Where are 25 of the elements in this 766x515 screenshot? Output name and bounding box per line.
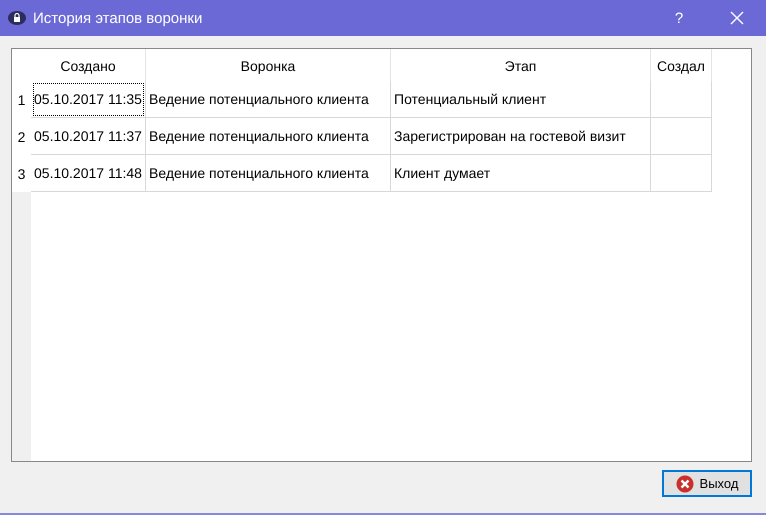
table-cell[interactable]: Клиент думает [391, 155, 651, 192]
exit-button[interactable]: Выход [662, 470, 752, 497]
table-cell[interactable]: 05.10.2017 11:48 [31, 155, 146, 192]
column-header[interactable]: Этап [391, 49, 651, 81]
window-title: История этапов воронки [33, 10, 202, 26]
row-number: 3 [16, 164, 26, 184]
table-cell[interactable]: Ведение потенциального клиента [146, 155, 391, 192]
table-cell[interactable] [651, 118, 712, 155]
table-cell[interactable] [651, 81, 712, 118]
help-button[interactable]: ? [656, 0, 702, 36]
close-icon [730, 11, 744, 25]
column-header[interactable]: Создал [651, 49, 712, 81]
table-cell[interactable]: Зарегистрирован на гостевой визит [391, 118, 651, 155]
column-header[interactable]: Воронка [146, 49, 391, 81]
lock-icon [8, 11, 26, 25]
table-cell[interactable]: 05.10.2017 11:37 [31, 118, 146, 155]
column-header[interactable]: Создано [31, 49, 146, 81]
row-number: 2 [16, 128, 26, 146]
table-cell[interactable]: 05.10.2017 11:35 [31, 81, 146, 118]
table-cell[interactable]: Ведение потенциального клиента [146, 81, 391, 118]
table-cell[interactable]: Потенциальный клиент [391, 81, 651, 118]
table-cell[interactable] [651, 155, 712, 192]
cancel-icon [676, 474, 694, 492]
table-cell[interactable]: Ведение потенциального клиента [146, 118, 391, 155]
row-number: 1 [16, 90, 26, 110]
